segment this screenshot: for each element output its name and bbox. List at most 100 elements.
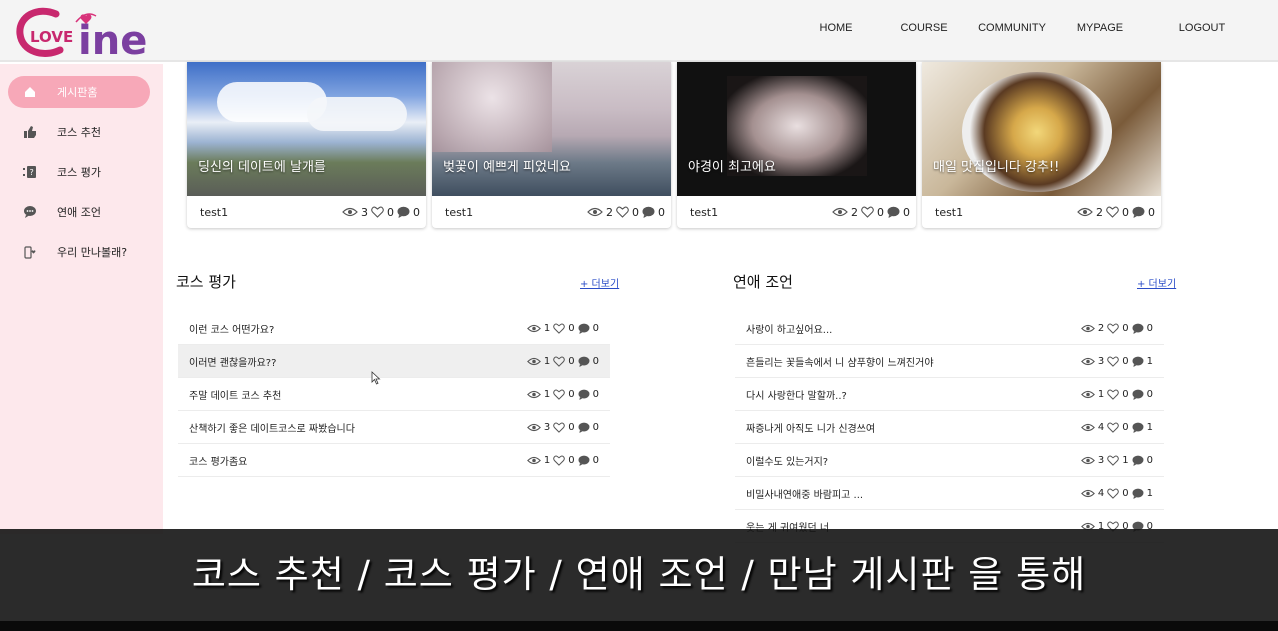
comment-icon <box>1132 389 1144 400</box>
eye-icon <box>1080 324 1095 332</box>
comment-count: 0 <box>1146 388 1153 400</box>
comment-count: 0 <box>592 355 599 367</box>
post-card[interactable]: 벚꽃이 예쁘게 피었네요 test1 2 0 0 <box>432 62 671 228</box>
comment-icon <box>1132 455 1144 466</box>
comment-count: 0 <box>903 205 910 219</box>
list-item[interactable]: 사랑이 하고싶어요... 2 0 0 <box>735 312 1164 345</box>
card-author: test1 <box>935 205 964 219</box>
logo[interactable]: LOVE ine <box>16 6 156 64</box>
post-card[interactable]: 딩신의 데이트에 날개를 test1 3 0 0 <box>187 62 426 228</box>
svg-text:?: ? <box>30 168 34 177</box>
sidebar-item-meetup[interactable]: 우리 만나볼래? <box>8 236 150 268</box>
list-item[interactable]: 산책하기 좋은 데이트코스로 짜봤습니다 3 0 0 <box>178 411 610 444</box>
mouse-cursor-icon <box>371 371 381 385</box>
heart-icon <box>1106 206 1119 218</box>
like-count: 0 <box>1122 205 1129 219</box>
sidebar-item-course-recommend[interactable]: 코스 추천 <box>8 116 150 148</box>
sidebar-item-love-advice[interactable]: 연애 조언 <box>8 196 150 228</box>
comment-count: 0 <box>1146 454 1153 466</box>
comment-count: 1 <box>1146 487 1153 499</box>
view-count: 2 <box>851 205 858 219</box>
bottom-strip <box>0 621 1278 631</box>
like-count: 0 <box>387 205 394 219</box>
like-count: 0 <box>632 205 639 219</box>
card-title: 야경이 최고에요 <box>688 160 776 175</box>
eye-icon <box>526 324 541 332</box>
eye-icon <box>342 207 358 217</box>
view-count: 3 <box>1097 355 1105 367</box>
nav-logout[interactable]: LOGOUT <box>1142 22 1262 34</box>
card-meta: test1 2 0 0 <box>677 196 916 228</box>
eye-icon <box>1080 456 1095 464</box>
eye-icon <box>587 207 603 217</box>
heart-icon <box>553 422 565 433</box>
eye-icon <box>526 390 541 398</box>
list-item[interactable]: 이러면 괜찮을까요?? 1 0 0 <box>178 345 610 378</box>
sidebar-item-course-review[interactable]: ? 코스 평가 <box>8 156 150 188</box>
more-link-love-advice[interactable]: + 더보기 <box>1137 275 1176 290</box>
list-item[interactable]: 짜증나게 아직도 니가 신경쓰여 4 0 1 <box>735 411 1164 444</box>
comment-icon <box>578 323 590 334</box>
like-count: 0 <box>1122 322 1129 334</box>
list-item-title: 산책하기 좋은 데이트코스로 짜봤습니다 <box>189 423 355 435</box>
heart-icon <box>1107 488 1119 499</box>
comment-count: 0 <box>592 421 599 433</box>
view-count: 4 <box>1097 487 1105 499</box>
nav-mypage[interactable]: MYPAGE <box>1058 22 1142 34</box>
like-count: 0 <box>568 322 575 334</box>
eye-icon <box>1080 357 1095 365</box>
card-title: 딩신의 데이트에 날개를 <box>198 160 326 175</box>
sidebar-item-label: 코스 추천 <box>57 126 101 139</box>
heart-icon <box>861 206 874 218</box>
heart-icon <box>553 356 565 367</box>
sidebar-item-label: 코스 평가 <box>57 166 101 179</box>
sidebar-item-label: 게시판홈 <box>57 86 98 99</box>
nav-course[interactable]: COURSE <box>882 22 966 34</box>
post-card[interactable]: 매일 맛집입니다 강추!! test1 2 0 0 <box>922 62 1161 228</box>
comment-count: 0 <box>1148 205 1155 219</box>
list-item[interactable]: 이런 코스 어떤가요? 1 0 0 <box>178 312 610 345</box>
view-count: 1 <box>543 322 551 334</box>
list-item[interactable]: 이럴수도 있는거지? 3 1 0 <box>735 444 1164 477</box>
heart-icon <box>1107 389 1119 400</box>
list-item-title: 이런 코스 어떤가요? <box>189 324 275 336</box>
nav-community[interactable]: COMMUNITY <box>966 22 1058 34</box>
heart-icon <box>1107 422 1119 433</box>
heart-icon <box>1107 323 1119 334</box>
view-count: 2 <box>606 205 613 219</box>
list-item[interactable]: 주말 데이트 코스 추천 1 0 0 <box>178 378 610 411</box>
list-item[interactable]: 코스 평가좀요 1 0 0 <box>178 444 610 477</box>
comment-icon <box>397 206 410 218</box>
comment-icon <box>642 206 655 218</box>
video-caption-text: 코스 추천 / 코스 평가 / 연애 조언 / 만남 게시판 을 통해 <box>191 553 1087 596</box>
heart-icon <box>616 206 629 218</box>
list-item-title: 이러면 괜찮을까요?? <box>189 357 277 369</box>
like-count: 0 <box>568 421 575 433</box>
heart-icon <box>553 389 565 400</box>
eye-icon <box>526 456 541 464</box>
post-thumbnail-cherry-blossom <box>432 62 671 196</box>
view-count: 1 <box>543 355 551 367</box>
comment-count: 0 <box>592 388 599 400</box>
top-header: LOVE ine HOME COURSE COMMUNITY MYPAGE LO… <box>0 0 1278 64</box>
heart-icon <box>1107 455 1119 466</box>
rating-icon: ? <box>20 162 40 182</box>
list-item-title: 비밀사내연애중 바람피고 ... <box>746 489 864 501</box>
list-item[interactable]: 비밀사내연애중 바람피고 ... 4 0 1 <box>735 477 1164 510</box>
view-count: 4 <box>1097 421 1105 433</box>
sidebar-item-board-home[interactable]: 게시판홈 <box>8 76 150 108</box>
card-title: 벚꽃이 예쁘게 피었네요 <box>443 160 571 175</box>
like-count: 0 <box>1122 487 1129 499</box>
list-item[interactable]: 다시 사랑한다 말할까..? 1 0 0 <box>735 378 1164 411</box>
view-count: 2 <box>1097 322 1105 334</box>
list-item-title: 흔들리는 꽃들속에서 니 샴푸향이 느껴진거야 <box>746 357 934 369</box>
home-icon <box>20 82 40 102</box>
eye-icon <box>1077 207 1093 217</box>
more-link-course-review[interactable]: + 더보기 <box>580 275 619 290</box>
post-card[interactable]: 야경이 최고에요 test1 2 0 0 <box>677 62 916 228</box>
nav-home[interactable]: HOME <box>790 22 882 34</box>
comment-count: 0 <box>592 454 599 466</box>
comment-icon <box>1132 323 1144 334</box>
list-item[interactable]: 흔들리는 꽃들속에서 니 샴푸향이 느껴진거야 3 0 1 <box>735 345 1164 378</box>
like-count: 1 <box>1122 454 1129 466</box>
